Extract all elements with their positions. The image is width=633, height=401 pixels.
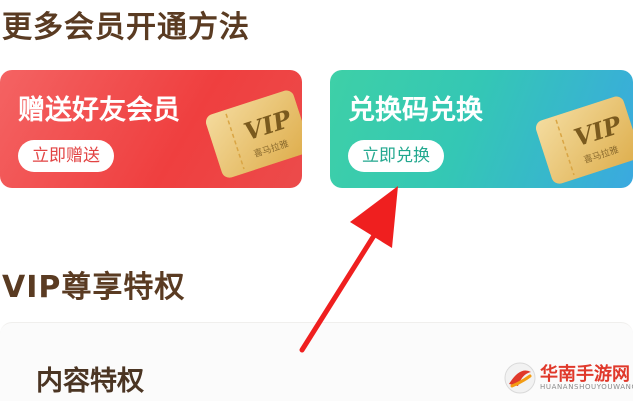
redeem-card-title: 兑换码兑换 (348, 95, 483, 126)
redeem-now-button[interactable]: 立即兑换 (348, 140, 444, 172)
gift-now-button[interactable]: 立即赠送 (18, 140, 114, 172)
more-methods-title: 更多会员开通方法 (2, 10, 250, 45)
gift-membership-card[interactable]: 赠送好友会员 立即赠送 VIP 喜马拉雅 (0, 70, 302, 188)
vip-ticket-icon: VIP 喜马拉雅 (205, 90, 302, 178)
content-privilege-heading: 内容特权 (36, 366, 144, 397)
watermark-logo-icon (504, 362, 536, 394)
vip-privileges-title: VIP尊享特权 (2, 270, 186, 305)
site-watermark: 华南手游网 HUANANSHOUYOUWANG (500, 358, 633, 400)
watermark-domain: HUANANSHOUYOUWANG (540, 383, 633, 391)
redeem-code-card[interactable]: 兑换码兑换 立即兑换 VIP 喜马拉雅 (330, 70, 633, 188)
vip-ticket-icon: VIP 喜马拉雅 (535, 96, 633, 184)
gift-card-title: 赠送好友会员 (18, 95, 180, 126)
